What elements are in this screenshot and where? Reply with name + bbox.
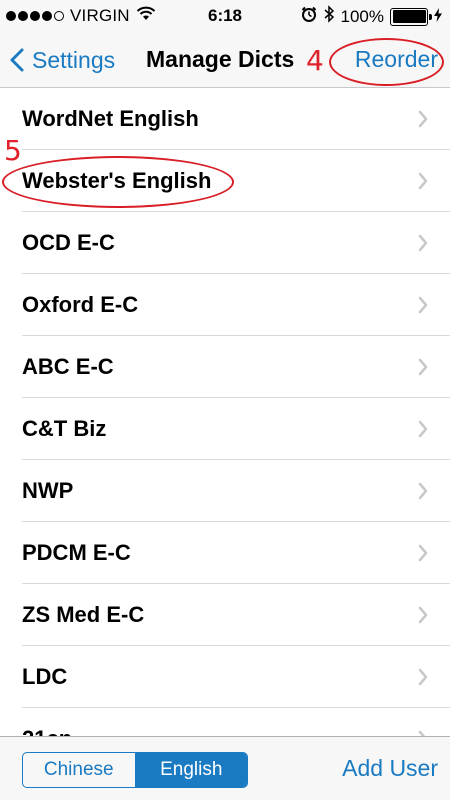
dictionary-row[interactable]: ABC E-C xyxy=(0,336,450,398)
alarm-icon xyxy=(301,6,317,27)
dictionary-label: LDC xyxy=(22,664,68,689)
dictionary-row[interactable]: NWP xyxy=(0,460,450,522)
annotation-ellipse-webster xyxy=(2,156,234,208)
dictionary-label: Oxford E-C xyxy=(22,292,139,317)
dictionary-label: C&T Biz xyxy=(22,416,107,441)
chevron-right-icon xyxy=(418,482,428,500)
bluetooth-icon xyxy=(323,5,335,28)
dictionary-label: OCD E-C xyxy=(22,230,115,255)
dictionary-label: ABC E-C xyxy=(22,354,114,379)
dictionary-row[interactable]: OCD E-C xyxy=(0,212,450,274)
chevron-right-icon xyxy=(418,296,428,314)
dictionary-row[interactable]: ZS Med E-C xyxy=(0,584,450,646)
dictionary-row[interactable]: WordNet English xyxy=(0,88,450,150)
dictionary-row[interactable]: C&T Biz xyxy=(0,398,450,460)
chevron-right-icon xyxy=(418,544,428,562)
chevron-right-icon xyxy=(418,110,428,128)
annotation-number-4: 4 xyxy=(306,44,324,77)
battery-icon xyxy=(390,7,432,26)
annotation-number-5: 5 xyxy=(4,134,22,167)
dictionary-label: WordNet English xyxy=(22,106,199,131)
back-button-label: Settings xyxy=(32,46,116,73)
status-right: 100% xyxy=(301,5,442,28)
chevron-left-icon xyxy=(10,48,24,72)
segment-english[interactable]: English xyxy=(134,753,247,787)
dictionary-row[interactable]: Oxford E-C xyxy=(0,274,450,336)
page-title: Manage Dicts xyxy=(146,46,295,72)
chevron-right-icon xyxy=(418,358,428,376)
annotation-ellipse-reorder xyxy=(329,38,444,86)
dictionary-label: 21cn xyxy=(22,726,72,736)
chevron-right-icon xyxy=(418,606,428,624)
dictionary-label: ZS Med E-C xyxy=(22,602,145,627)
segment-chinese[interactable]: Chinese xyxy=(23,753,135,787)
dictionary-row[interactable]: 21cn xyxy=(0,708,450,736)
back-button[interactable]: Settings xyxy=(10,42,115,78)
dictionary-label: PDCM E-C xyxy=(22,540,131,565)
chevron-right-icon xyxy=(418,668,428,686)
add-user-button[interactable]: Add User xyxy=(342,755,438,782)
battery-percent: 100% xyxy=(340,6,384,26)
chevron-right-icon xyxy=(418,172,428,190)
dictionary-row[interactable]: LDC xyxy=(0,646,450,708)
bottom-toolbar: Chinese English Add User xyxy=(0,736,450,800)
status-bar: VIRGIN 6:18 100% xyxy=(0,0,450,32)
chevron-right-icon xyxy=(418,234,428,252)
chevron-right-icon xyxy=(418,420,428,438)
dictionary-label: NWP xyxy=(22,478,74,503)
charging-icon xyxy=(434,7,442,27)
language-segmented-control: Chinese English xyxy=(22,752,248,788)
dictionary-row[interactable]: PDCM E-C xyxy=(0,522,450,584)
